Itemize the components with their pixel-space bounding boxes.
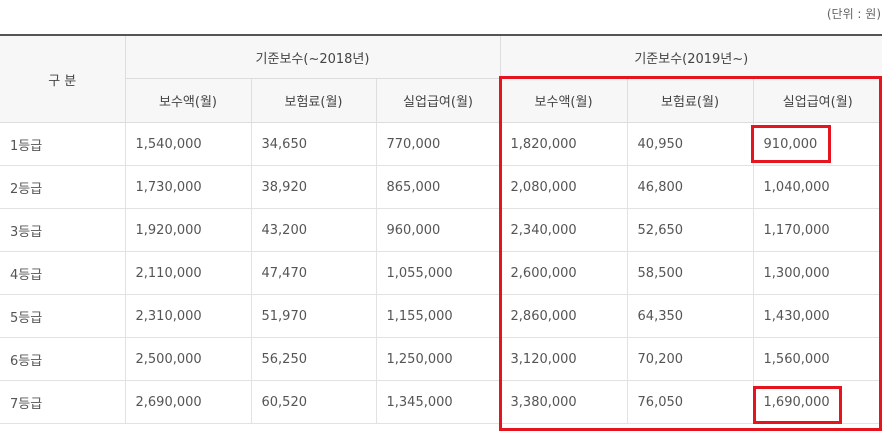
benefit-2018-cell: 960,000 <box>376 208 501 252</box>
premium-2018-cell: 56,250 <box>251 337 377 381</box>
benefit-2019-cell: 1,430,000 <box>753 294 883 338</box>
premium-2019-cell: 64,350 <box>627 294 754 338</box>
benefit-2019-cell: 1,690,000 <box>753 380 883 424</box>
premium-2018-cell: 47,470 <box>251 251 377 295</box>
pay-2018-cell: 2,500,000 <box>125 337 252 381</box>
table-row: 2등급 1,730,000 38,920 865,000 2,080,000 46,800… <box>0 165 883 209</box>
benefit-2019-cell: 1,560,000 <box>753 337 883 381</box>
pay-2019-cell: 3,120,000 <box>500 337 628 381</box>
pay-2019-cell: 2,600,000 <box>500 251 628 295</box>
pay-2019-cell: 1,820,000 <box>500 122 628 166</box>
grade-cell: 1등급 <box>0 122 126 166</box>
grade-cell: 6등급 <box>0 337 126 381</box>
col-header-benefit-2018: 실업급여(월) <box>376 78 501 123</box>
pay-2018-cell: 1,920,000 <box>125 208 252 252</box>
table-row: 6등급 2,500,000 56,250 1,250,000 3,120,000 70,2… <box>0 337 883 381</box>
pay-2018-cell: 2,110,000 <box>125 251 252 295</box>
benefit-2019-cell: 910,000 <box>753 122 883 166</box>
col-header-benefit-2019: 실업급여(월) <box>753 78 883 123</box>
table-row: 7등급 2,690,000 60,520 1,345,000 3,380,000 76,0… <box>0 380 883 424</box>
benefit-2018-cell: 1,345,000 <box>376 380 501 424</box>
benefit-2019-cell: 1,170,000 <box>753 208 883 252</box>
group-header-2018: 기준보수(~2018년) <box>125 34 501 79</box>
premium-2018-cell: 60,520 <box>251 380 377 424</box>
premium-2019-cell: 52,650 <box>627 208 754 252</box>
premium-2018-cell: 34,650 <box>251 122 377 166</box>
pay-2019-cell: 2,080,000 <box>500 165 628 209</box>
premium-2019-cell: 46,800 <box>627 165 754 209</box>
grade-cell: 5등급 <box>0 294 126 338</box>
premium-2018-cell: 43,200 <box>251 208 377 252</box>
premium-2019-cell: 58,500 <box>627 251 754 295</box>
group-header-2019: 기준보수(2019년~) <box>500 34 883 79</box>
benefit-2018-cell: 865,000 <box>376 165 501 209</box>
col-header-pay-2019: 보수액(월) <box>500 78 628 123</box>
table-row: 4등급 2,110,000 47,470 1,055,000 2,600,000 58,5… <box>0 251 883 295</box>
grade-cell: 3등급 <box>0 208 126 252</box>
category-header: 구 분 <box>0 34 126 123</box>
col-header-premium-2018: 보험료(월) <box>251 78 377 123</box>
pay-2018-cell: 1,540,000 <box>125 122 252 166</box>
table-row: 5등급 2,310,000 51,970 1,155,000 2,860,000 64,3… <box>0 294 883 338</box>
premium-2018-cell: 38,920 <box>251 165 377 209</box>
pay-2019-cell: 2,340,000 <box>500 208 628 252</box>
col-header-premium-2019: 보험료(월) <box>627 78 754 123</box>
benefit-2019-cell: 1,040,000 <box>753 165 883 209</box>
benefit-2018-cell: 770,000 <box>376 122 501 166</box>
pay-2018-cell: 1,730,000 <box>125 165 252 209</box>
unit-label: (단위 : 원) <box>826 7 881 21</box>
premium-2019-cell: 70,200 <box>627 337 754 381</box>
premium-2018-cell: 51,970 <box>251 294 377 338</box>
table-row: 3등급 1,920,000 43,200 960,000 2,340,000 52,650… <box>0 208 883 252</box>
premium-2019-cell: 76,050 <box>627 380 754 424</box>
benefit-2018-cell: 1,055,000 <box>376 251 501 295</box>
pay-2019-cell: 2,860,000 <box>500 294 628 338</box>
benefit-2019-cell: 1,300,000 <box>753 251 883 295</box>
grade-cell: 2등급 <box>0 165 126 209</box>
premium-2019-cell: 40,950 <box>627 122 754 166</box>
benefit-2018-cell: 1,250,000 <box>376 337 501 381</box>
pay-2019-cell: 3,380,000 <box>500 380 628 424</box>
insurance-grade-table: 구 분 기준보수(~2018년) 기준보수(2019년~) 보수액(월) 보험료… <box>0 34 883 424</box>
grade-cell: 7등급 <box>0 380 126 424</box>
grade-cell: 4등급 <box>0 251 126 295</box>
table-row: 1등급 1,540,000 34,650 770,000 1,820,000 40,950… <box>0 122 883 166</box>
pay-2018-cell: 2,690,000 <box>125 380 252 424</box>
benefit-2018-cell: 1,155,000 <box>376 294 501 338</box>
col-header-pay-2018: 보수액(월) <box>125 78 252 123</box>
pay-2018-cell: 2,310,000 <box>125 294 252 338</box>
